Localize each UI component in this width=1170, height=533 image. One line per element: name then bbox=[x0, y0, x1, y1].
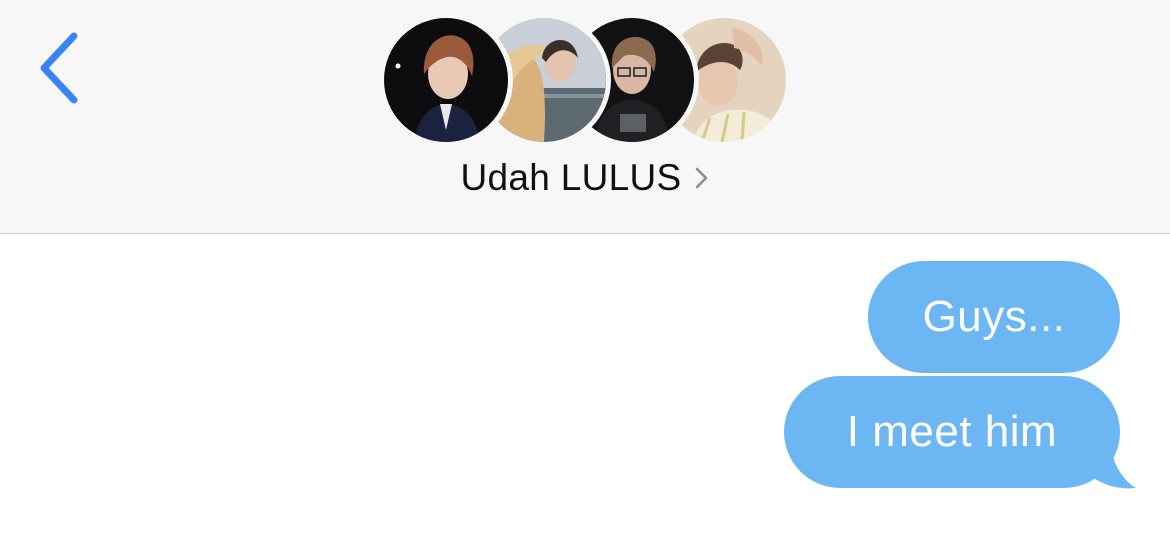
chevron-right-icon bbox=[694, 163, 710, 193]
conversation-header: Udah LULUS bbox=[0, 0, 1170, 234]
group-name: Udah LULUS bbox=[460, 157, 682, 198]
message-bubble-sent[interactable]: I meet him bbox=[784, 376, 1120, 488]
message-bubble-sent[interactable]: Guys... bbox=[868, 261, 1120, 373]
group-avatars[interactable] bbox=[384, 18, 786, 142]
group-title-row: Udah LULUS bbox=[0, 152, 1170, 204]
group-info-button[interactable]: Udah LULUS bbox=[460, 152, 709, 204]
chevron-left-icon bbox=[30, 28, 90, 108]
message-text: Guys... bbox=[922, 292, 1066, 341]
message-list: Guys... I meet him bbox=[0, 234, 1170, 533]
avatar bbox=[384, 18, 508, 142]
message-text: I meet him bbox=[846, 407, 1058, 456]
message-thread-screen: Udah LULUS Guys... I meet him bbox=[0, 0, 1170, 533]
bubble-tail bbox=[1080, 438, 1140, 490]
back-button[interactable] bbox=[30, 28, 90, 108]
